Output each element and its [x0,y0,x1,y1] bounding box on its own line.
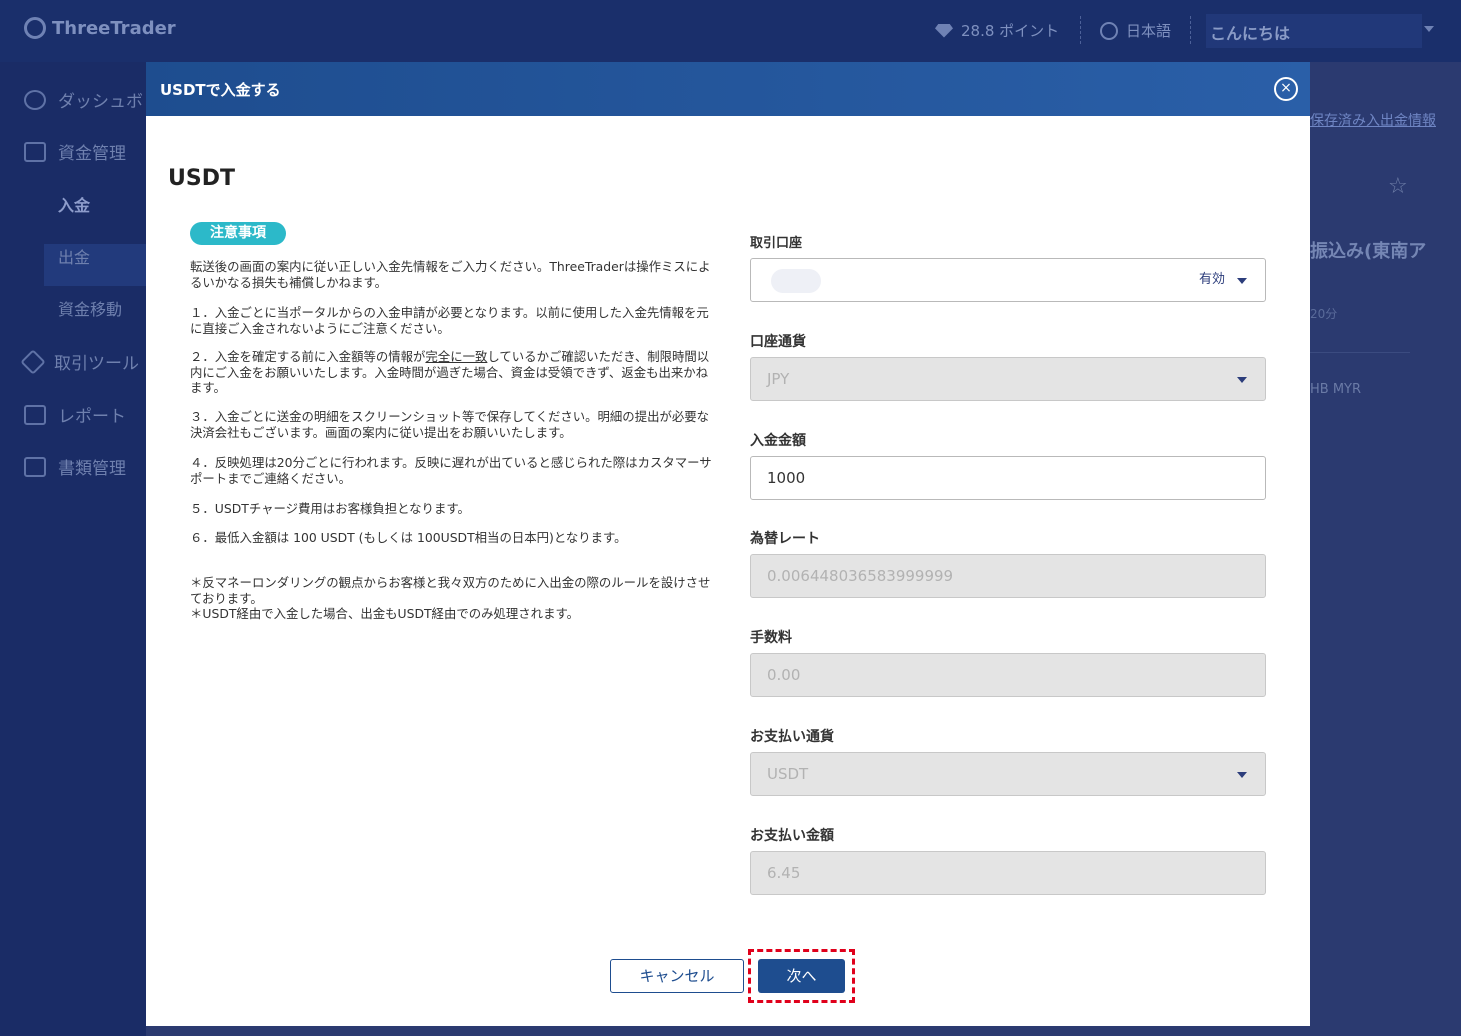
divider [1310,352,1410,353]
saved-info-link[interactable]: 保存済み入出金情報 [1310,110,1436,130]
gauge-icon [24,89,46,110]
sidebar-item-withdraw[interactable]: 出金 [58,244,90,268]
currency-value: JPY [767,370,790,388]
sidebar-item-label: 書類管理 [58,459,126,479]
fee-field: 0.00 [750,653,1266,697]
deposit-modal: USDTで入金する × USDT 注意事項 転送後の画面の案内に従い正しい入金先… [146,62,1310,1026]
notice-item-2: ２．入金を確定する前に入金額等の情報が完全に一致しているかご確認いただき、制限時… [190,349,712,396]
currency-select[interactable]: JPY [750,357,1266,401]
modal-header: USDTで入金する × [146,62,1310,116]
sidebar-item-label: 取引ツール [54,354,139,374]
logo: ThreeTrader [24,17,176,39]
notice-footnote-1: ＊反マネーロンダリングの観点からお客様と我々双方のために入出金の際のルールを設け… [190,575,711,606]
logo-icon [24,17,46,39]
account-status: 有効 [1198,272,1225,287]
pay-currency-value: USDT [767,765,809,783]
pay-currency-label: お支払い通貨 [750,729,834,745]
cube-icon [20,348,46,375]
account-select[interactable]: 有効 [750,258,1266,302]
account-number-masked [771,269,821,293]
sidebar: ダッシュボ 資金管理 入金 出金 資金移動 取引ツール レポート 書類管理 [0,62,146,1036]
star-icon[interactable]: ☆ [1388,174,1408,199]
sidebar-item-reports[interactable]: レポート [24,402,126,427]
notice-item-1: １．入金ごとに当ポータルからの入金申請が必要となります。以前に使用した入金先情報… [190,305,709,336]
language-selector[interactable]: 日本語 [1100,20,1171,41]
user-menu[interactable]: こんにちは [1206,14,1422,48]
currency-label: 口座通貨 [750,334,806,350]
chevron-down-icon [1237,377,1247,383]
sidebar-item-label: 資金管理 [58,144,126,164]
pay-amount-label: お支払い金額 [750,828,834,844]
section-title: USDT [168,166,235,191]
background-strip [146,1026,1310,1036]
method-title: 振込み(東南ア [1310,241,1427,262]
amount-label: 入金金額 [750,433,806,449]
rate-label: 為替レート [750,531,820,547]
diamond-icon [935,23,953,38]
globe-icon [1100,21,1118,40]
chevron-down-icon[interactable] [1424,26,1434,32]
sidebar-item-dashboard[interactable]: ダッシュボ [24,87,143,112]
sidebar-item-label: ダッシュボ [58,92,143,112]
notice-badge: 注意事項 [190,222,286,245]
amount-input[interactable]: 1000 [750,456,1266,500]
chart-icon [24,404,46,425]
notice-item-5: ５．USDTチャージ費用はお客様負担となります。 [190,501,470,516]
time-chip: 20分 [1310,307,1338,321]
notice-item-6: ６．最低入金額は 100 USDT (もしくは 100USDT相当の日本円)とな… [190,530,627,545]
notice-item-4: ４．反映処理は20分ごとに行われます。反映に遅れが出ていると感じられた際はカスタ… [190,455,712,486]
sidebar-item-deposit[interactable]: 入金 [58,192,90,216]
pay-currency-select[interactable]: USDT [750,752,1266,796]
notice-emphasis: 完全に一致 [425,349,488,364]
divider [1080,16,1081,44]
language-label: 日本語 [1126,22,1172,40]
close-icon[interactable]: × [1274,77,1298,101]
top-bar: ThreeTrader 28.8 ポイント 日本語 こんにちは [0,0,1461,62]
cancel-button[interactable]: キャンセル [610,959,744,993]
currency-list: HB MYR [1310,382,1362,397]
account-label: 取引口座 [750,236,803,251]
calendar-icon [24,141,46,162]
chevron-down-icon [1237,772,1247,778]
sidebar-item-documents[interactable]: 書類管理 [24,454,126,479]
divider [1190,16,1191,44]
rate-field: 0.006448036583999999 [750,554,1266,598]
notice-intro: 転送後の画面の案内に従い正しい入金先情報をご入力ください。ThreeTrader… [190,259,711,290]
fee-label: 手数料 [750,630,792,646]
next-button[interactable]: 次へ [758,959,845,993]
points-display[interactable]: 28.8 ポイント [935,20,1059,41]
background-content: 保存済み入出金情報 ☆ 振込み(東南ア 20分 HB MYR [1310,62,1461,1036]
chevron-down-icon [1237,278,1247,284]
document-icon [24,456,46,477]
notice-text: ２．入金を確定する前に入金額等の情報が [190,349,426,364]
notice-item-3: ３．入金ごとに送金の明細をスクリーンショット等で保存してください。明細の提出が必… [190,409,710,440]
sidebar-item-transfer[interactable]: 資金移動 [58,296,122,320]
logo-text: ThreeTrader [52,17,176,39]
sidebar-item-label: レポート [58,407,126,427]
notice-footnote-2: ＊USDT経由で入金した場合、出金もUSDT経由でのみ処理されます。 [190,606,580,621]
modal-title: USDTで入金する [160,81,281,99]
sidebar-item-funds[interactable]: 資金管理 [24,139,126,164]
sidebar-item-trading-tools[interactable]: 取引ツール [20,348,139,375]
points-label: 28.8 ポイント [961,22,1060,40]
pay-amount-field: 6.45 [750,851,1266,895]
